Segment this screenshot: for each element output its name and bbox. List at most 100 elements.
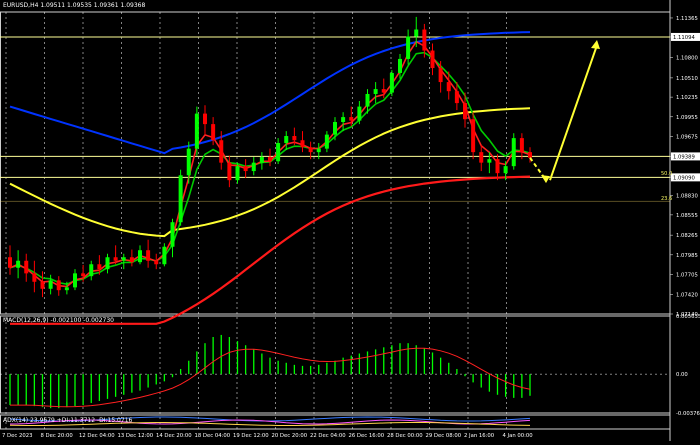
x-tick-label: 22 Dec 04:00 <box>310 433 346 439</box>
candle-body <box>235 166 240 181</box>
y-tick-label: 1.08830 <box>676 194 699 200</box>
candle-body <box>146 250 151 261</box>
y-tick-label: 1.07985 <box>676 253 698 259</box>
projection-up-line <box>549 47 597 181</box>
candle-body <box>511 138 516 167</box>
candle-body <box>308 147 313 153</box>
candle-body <box>373 89 378 94</box>
fib-label: 23.6 <box>661 196 672 202</box>
level-price-label: 1.09389 <box>673 154 695 160</box>
symbol-header: EURUSD,H4 1.09511 1.09535 1.09361 1.0936… <box>3 2 146 9</box>
candle-body <box>194 113 199 149</box>
blue-ma-line <box>9 31 531 155</box>
candle-body <box>8 257 12 268</box>
x-tick-label: 19 Dec 12:00 <box>233 433 269 439</box>
candle-body <box>259 157 264 163</box>
candle-body <box>129 257 134 263</box>
y-tick-label: 1.09955 <box>676 115 698 121</box>
candle-body <box>528 152 532 158</box>
candle-body <box>73 273 77 288</box>
x-tick-label: 18 Dec 04:00 <box>195 433 231 439</box>
x-tick-label: 4 Jan 00:00 <box>503 433 534 439</box>
candle-body <box>186 148 191 176</box>
candle-body <box>170 222 175 247</box>
candle-body <box>268 157 272 162</box>
chart-svg: 7 Dec 2023 8 Dec 20:00 12 Dec 04:00 13 Dec … <box>0 0 700 441</box>
macd-signal-line <box>10 347 531 408</box>
macd-header: MACD(12,26,9) -0.002100 -0.002730 <box>3 317 114 324</box>
candle-body <box>300 140 305 148</box>
candle-body <box>292 136 297 141</box>
candle-body <box>349 117 354 121</box>
slow-red-ma-line <box>10 175 531 325</box>
candle-body <box>154 260 159 265</box>
candle-body <box>446 82 451 92</box>
y-tick-label: 1.07705 <box>676 272 698 278</box>
candle-body <box>105 257 110 270</box>
candle-body <box>495 159 500 174</box>
y-tick-label: 1.10800 <box>676 56 699 62</box>
candle-body <box>138 250 142 263</box>
x-tick-label: 12 Dec 04:00 <box>79 433 115 439</box>
candle-body <box>211 124 216 141</box>
macd-y-tick-label: 0.00 <box>676 372 688 378</box>
candle-body <box>406 36 411 59</box>
candle-body <box>284 136 289 144</box>
y-tick-label: 1.07420 <box>676 292 699 298</box>
adx-header: ADX(14) 23.9679 +DI:11.3712 -DI:15.0716 <box>3 417 133 424</box>
candle-body <box>227 162 232 181</box>
candle-body <box>32 273 37 282</box>
candle-body <box>479 152 484 163</box>
candle-body <box>203 113 207 125</box>
candle-body <box>276 143 281 162</box>
x-tick-label: 7 Dec 2023 <box>2 433 32 439</box>
candle-body <box>162 246 167 265</box>
candle-body <box>519 138 524 153</box>
candle-body <box>430 50 435 69</box>
projection-arrowhead-up <box>591 40 600 50</box>
candle-body <box>251 162 256 172</box>
projection-arrowhead-down <box>541 175 550 184</box>
candle-body <box>324 134 329 149</box>
chart-area: 7 Dec 2023 8 Dec 20:00 12 Dec 04:00 13 Dec … <box>0 0 700 441</box>
x-tick-label: 28 Dec 00:00 <box>387 433 423 439</box>
candle-body <box>503 166 508 174</box>
candle-body <box>414 29 419 37</box>
y-tick-label: 1.11365 <box>676 16 698 22</box>
level-price-label: 1.09090 <box>673 175 696 181</box>
y-tick-label: 1.10510 <box>676 76 699 82</box>
candle-body <box>341 117 346 123</box>
candle-body <box>89 264 94 277</box>
y-tick-label: 1.10235 <box>676 95 698 101</box>
y-tick-label: 1.09675 <box>676 134 698 140</box>
y-tick-label: 1.08265 <box>676 233 698 239</box>
macd-y-tick-label: -0.003767 <box>676 411 700 417</box>
candle-body <box>438 68 443 83</box>
candle-body <box>178 175 183 223</box>
candle-body <box>389 72 394 93</box>
macd-y-tick-label: 0.005635 <box>676 314 700 320</box>
candle-body <box>471 119 476 153</box>
candle-body <box>243 166 248 172</box>
y-tick-label: 1.08555 <box>676 213 698 219</box>
x-tick-label: 14 Dec 20:00 <box>156 433 192 439</box>
fib-label: 50.0 <box>661 171 672 177</box>
x-tick-label: 26 Dec 16:00 <box>349 433 385 439</box>
candle-body <box>398 58 402 73</box>
candle-body <box>56 280 61 291</box>
candle-body <box>487 159 492 163</box>
candle-body <box>16 260 21 268</box>
candle-body <box>113 257 118 261</box>
candle-body <box>121 257 126 261</box>
level-price-label: 1.11094 <box>673 35 696 41</box>
x-tick-label: 8 Dec 20:00 <box>41 433 74 439</box>
fast-green-ma-line <box>9 51 531 286</box>
candle-body <box>48 280 53 289</box>
x-tick-label: 2 Jan 16:00 <box>464 433 495 439</box>
candle-body <box>365 93 370 107</box>
candle-body <box>64 287 69 291</box>
candle-body <box>454 91 459 104</box>
candle-body <box>219 140 224 163</box>
candle-body <box>381 89 386 93</box>
x-tick-label: 29 Dec 08:00 <box>426 433 462 439</box>
